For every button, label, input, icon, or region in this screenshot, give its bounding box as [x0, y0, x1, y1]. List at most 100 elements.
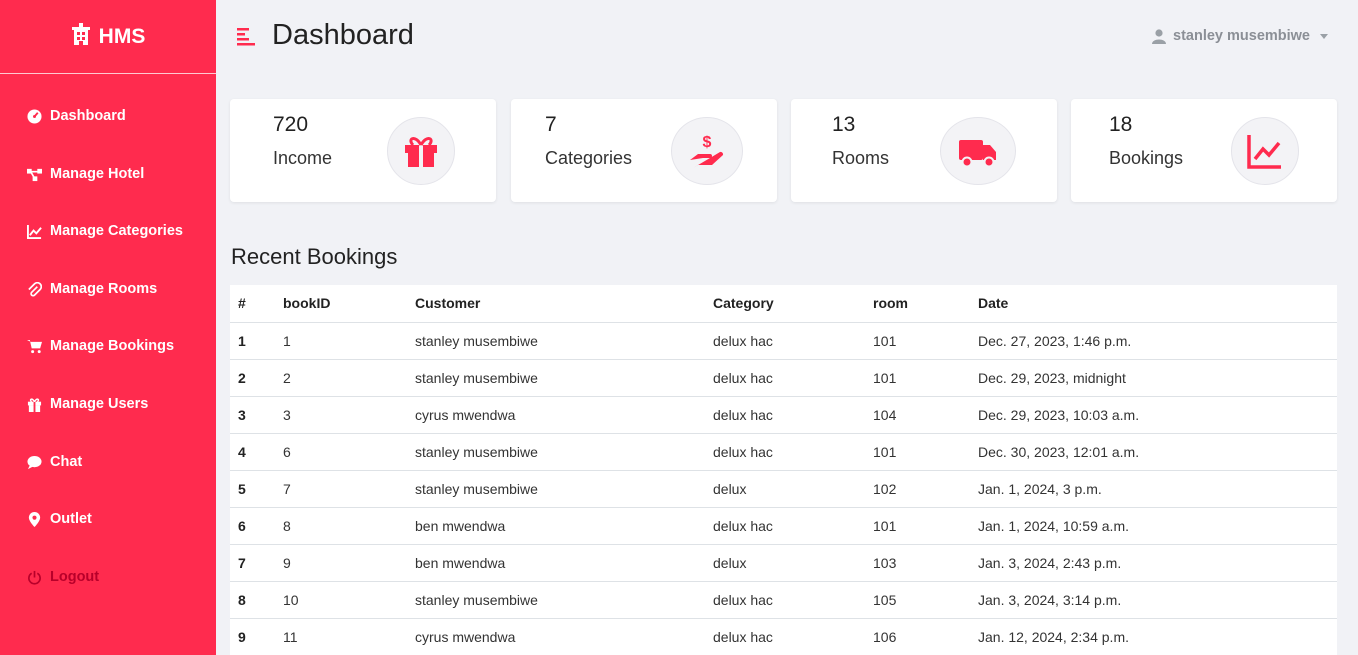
brand[interactable]: HMS	[0, 0, 216, 74]
table-cell: cyrus mwendwa	[407, 396, 705, 434]
paperclip-icon	[28, 281, 42, 296]
table-cell: delux hac	[705, 322, 865, 360]
table-cell: ben mwendwa	[407, 544, 705, 582]
map-pin-icon	[28, 511, 41, 527]
table-cell: Dec. 29, 2023, 10:03 a.m.	[970, 396, 1337, 434]
page-title: Dashboard	[272, 19, 414, 51]
table-cell: 4	[230, 433, 275, 471]
cart-icon	[27, 339, 42, 353]
table-cell: ben mwendwa	[407, 507, 705, 545]
sidebar-item-label: Outlet	[50, 511, 92, 527]
sidebar-item-dashboard[interactable]: Dashboard	[27, 108, 126, 124]
table-cell: 104	[865, 396, 970, 434]
table-cell: 101	[865, 507, 970, 545]
sidebar-item-label: Manage Rooms	[50, 281, 158, 297]
section-title: Recent Bookings	[231, 244, 398, 269]
table-cell: delux hac	[705, 581, 865, 619]
table-cell: Jan. 1, 2024, 10:59 a.m.	[970, 507, 1337, 545]
rooms-label: Rooms	[832, 148, 890, 168]
chart-line-icon	[1231, 117, 1299, 185]
gift-icon	[27, 397, 42, 412]
sidebar-item-label: Manage Users	[50, 396, 149, 412]
power-icon	[28, 570, 41, 585]
table-cell: delux	[705, 470, 865, 508]
svg-text:$: $	[703, 134, 712, 151]
categories-card: 7 Categories $	[511, 99, 777, 202]
income-label: Income	[273, 148, 333, 168]
table-cell: 2	[230, 359, 275, 397]
gift-icon	[387, 117, 455, 185]
hand-dollar-icon: $	[671, 117, 743, 185]
chat-icon	[27, 455, 42, 469]
sidebar-item-manage-rooms[interactable]: Manage Rooms	[27, 281, 157, 297]
table-cell: 5	[230, 470, 275, 508]
table-cell: Jan. 12, 2024, 2:34 p.m.	[970, 618, 1337, 655]
table-cell: Dec. 27, 2023, 1:46 p.m.	[970, 322, 1337, 360]
column-header: #	[230, 285, 275, 323]
rooms-card: 13 Rooms	[791, 99, 1057, 202]
sidebar: HMS Dashboard Manage Hotel Manage Catego…	[0, 0, 216, 655]
table-cell: Jan. 3, 2024, 3:14 p.m.	[970, 581, 1337, 619]
column-header: Category	[705, 285, 865, 323]
table-row: 9 11 cyrus mwendwa delux hac 106 Jan. 12, 202…	[230, 618, 1337, 655]
table-cell: 3	[275, 396, 407, 434]
table-cell: delux hac	[705, 396, 865, 434]
table-cell: 1	[230, 322, 275, 360]
hotel-icon	[71, 22, 91, 51]
table-cell: stanley musembiwe	[407, 581, 705, 619]
table-row: 6 8 ben mwendwa delux hac 101 Jan. 1, 2024, 1…	[230, 507, 1337, 545]
table-cell: stanley musembiwe	[407, 322, 705, 360]
sidebar-toggle-icon[interactable]	[237, 28, 257, 46]
table-cell: delux hac	[705, 618, 865, 655]
table-row: 8 10 stanley musembiwe delux hac 105 Jan. 3, …	[230, 581, 1337, 619]
sidebar-item-label: Dashboard	[50, 108, 126, 124]
categories-label: Categories	[545, 148, 633, 168]
sidebar-item-manage-categories[interactable]: Manage Categories	[27, 223, 183, 239]
chart-line-icon	[27, 224, 42, 239]
column-header: bookID	[275, 285, 407, 323]
table-row: 5 7 stanley musembiwe delux 102 Jan. 1, 2024,…	[230, 470, 1337, 508]
table-cell: cyrus mwendwa	[407, 618, 705, 655]
sidebar-item-manage-bookings[interactable]: Manage Bookings	[27, 338, 174, 354]
table-cell: 11	[275, 618, 407, 655]
table-cell: Jan. 1, 2024, 3 p.m.	[970, 470, 1337, 508]
sidebar-item-outlet[interactable]: Outlet	[27, 511, 92, 527]
table-row: 2 2 stanley musembiwe delux hac 101 Dec. 29, …	[230, 359, 1337, 397]
table-cell: 9	[230, 618, 275, 655]
table-row: 4 6 stanley musembiwe delux hac 101 Dec. 30, …	[230, 433, 1337, 471]
table-cell: delux	[705, 544, 865, 582]
table-cell: 10	[275, 581, 407, 619]
table-cell: Jan. 3, 2024, 2:43 p.m.	[970, 544, 1337, 582]
column-header: Customer	[407, 285, 705, 323]
dashboard-icon	[27, 108, 42, 124]
sidebar-item-logout[interactable]: Logout	[27, 569, 99, 585]
chevron-down-icon	[1320, 33, 1328, 39]
table-cell: Dec. 29, 2023, midnight	[970, 359, 1337, 397]
table-row: 1 1 stanley musembiwe delux hac 101 Dec. 27, …	[230, 322, 1337, 360]
table-cell: delux hac	[705, 507, 865, 545]
table-row: 7 9 ben mwendwa delux 103 Jan. 3, 2024, 2:43 …	[230, 544, 1337, 582]
network-icon	[27, 168, 42, 181]
table-cell: 101	[865, 322, 970, 360]
column-header: room	[865, 285, 970, 323]
brand-name: HMS	[98, 24, 146, 48]
table-cell: 101	[865, 433, 970, 471]
table-cell: 3	[230, 396, 275, 434]
sidebar-item-label: Manage Hotel	[50, 166, 145, 182]
sidebar-item-label: Manage Bookings	[50, 338, 175, 354]
bookings-label: Bookings	[1109, 148, 1184, 168]
sidebar-item-manage-users[interactable]: Manage Users	[27, 396, 148, 412]
table-cell: 105	[865, 581, 970, 619]
table-cell: 6	[275, 433, 407, 471]
table-cell: 1	[275, 322, 407, 360]
sidebar-item-chat[interactable]: Chat	[27, 454, 82, 470]
table-cell: 9	[275, 544, 407, 582]
table-header-row: # bookID Customer Category room Date	[230, 285, 1337, 323]
table-cell: 8	[230, 581, 275, 619]
table-cell: stanley musembiwe	[407, 359, 705, 397]
table-cell: 106	[865, 618, 970, 655]
income-card: 720 Income	[230, 99, 496, 202]
sidebar-item-manage-hotel[interactable]: Manage Hotel	[27, 166, 144, 182]
truck-icon	[940, 117, 1016, 185]
user-menu[interactable]: stanley musembiwe	[1152, 28, 1328, 44]
